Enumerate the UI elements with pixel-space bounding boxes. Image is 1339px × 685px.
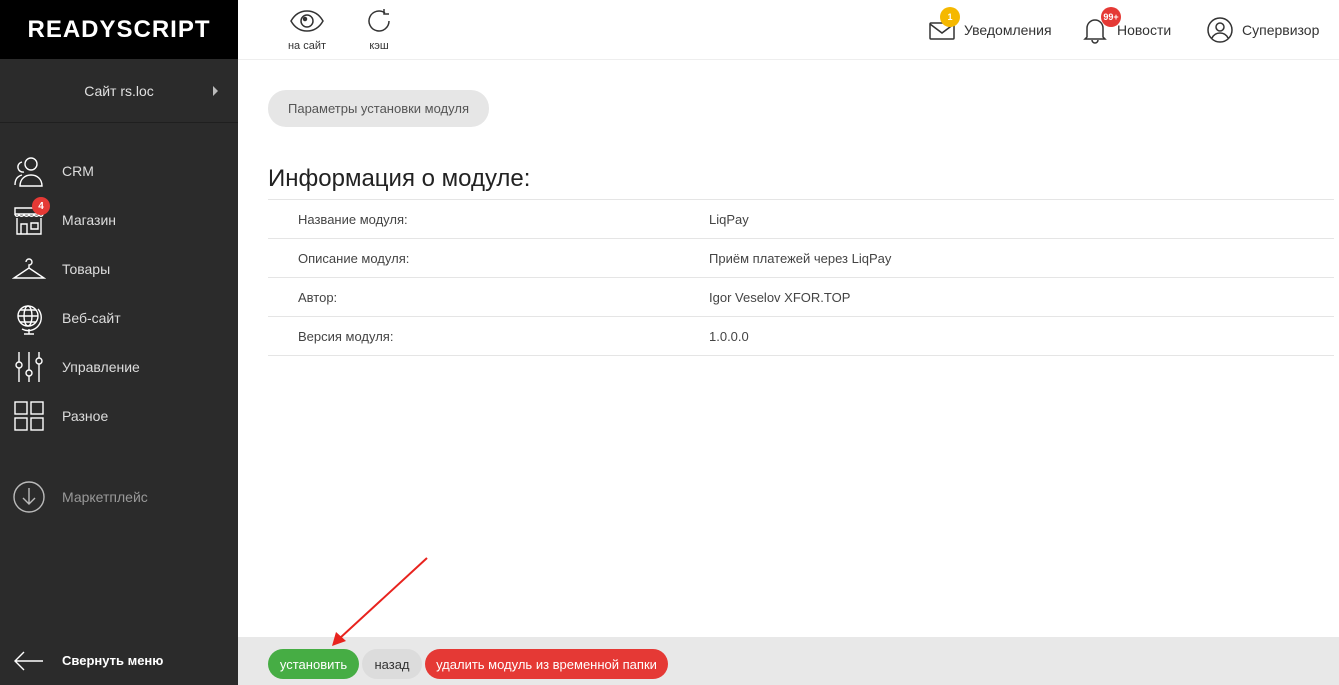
site-selector[interactable]: Сайт rs.loc — [0, 59, 238, 123]
sidebar-item-misc[interactable]: Разное — [0, 391, 238, 440]
info-row: Автор: Igor Veselov XFOR.TOP — [268, 277, 1334, 317]
action-bar: установить назад удалить модуль из време… — [238, 637, 1339, 685]
info-row: Название модуля: LiqPay — [268, 199, 1334, 239]
sidebar-item-crm[interactable]: CRM — [0, 146, 238, 195]
user-menu-button[interactable]: Супервизор — [1206, 15, 1319, 45]
eye-icon — [290, 10, 324, 32]
info-row: Описание модуля: Приём платежей через Liq… — [268, 238, 1334, 278]
sidebar-item-label: CRM — [62, 162, 94, 179]
back-button[interactable]: назад — [362, 649, 422, 679]
sliders-icon — [15, 351, 43, 382]
clear-cache-label: кэш — [369, 40, 389, 52]
sidebar-item-label: Магазин — [62, 211, 117, 228]
top-header: на сайт кэш 1 Уведомления 99+ Новости Су… — [238, 0, 1339, 60]
hanger-icon — [12, 257, 46, 279]
globe-icon — [17, 304, 42, 335]
logo[interactable]: READYSCRIPT — [0, 0, 238, 59]
sidebar-item-label: Веб-сайт — [62, 309, 121, 326]
news-button[interactable]: 99+ Новости — [1081, 7, 1172, 45]
news-label: Новости — [1117, 22, 1172, 38]
sidebar: READYSCRIPT Сайт rs.loc CRM 4 Магазин То… — [0, 0, 238, 685]
tab-install-params[interactable]: Параметры установки модуля — [268, 90, 489, 127]
sidebar-item-management[interactable]: Управление — [0, 342, 238, 391]
view-site-label: на сайт — [287, 40, 327, 52]
grid-icon — [14, 400, 44, 431]
chevron-right-icon — [213, 85, 218, 96]
notifications-badge: 1 — [940, 7, 960, 27]
delete-temp-module-button[interactable]: удалить модуль из временной папки — [425, 649, 668, 679]
collapse-menu-button[interactable]: Свернуть меню — [0, 637, 238, 685]
install-button[interactable]: установить — [268, 649, 359, 679]
clear-cache-button[interactable]: кэш — [349, 6, 409, 52]
main-content: Параметры установки модуля Информация о … — [238, 60, 1339, 637]
store-badge: 4 — [32, 197, 50, 215]
refresh-icon — [368, 9, 390, 32]
info-value: 1.0.0.0 — [709, 328, 749, 344]
sidebar-item-label: Разное — [62, 407, 109, 424]
user-circle-icon — [1206, 16, 1234, 44]
sidebar-item-website[interactable]: Веб-сайт — [0, 293, 238, 342]
sidebar-item-products[interactable]: Товары — [0, 244, 238, 293]
users-icon — [14, 156, 43, 187]
page-title: Информация о модуле: — [268, 165, 531, 192]
user-label: Супервизор — [1242, 22, 1320, 38]
info-row: Версия модуля: 1.0.0.0 — [268, 316, 1334, 356]
info-value: Igor Veselov XFOR.TOP — [709, 289, 851, 305]
info-key: Название модуля: — [298, 211, 408, 227]
news-badge: 99+ — [1101, 7, 1121, 27]
mail-icon: 1 — [928, 7, 960, 44]
bell-icon: 99+ — [1081, 7, 1121, 44]
sidebar-item-label: Маркетплейс — [62, 489, 148, 505]
info-key: Автор: — [298, 289, 338, 305]
sidebar-item-marketplace[interactable]: Маркетплейс — [0, 472, 238, 522]
arrow-left-icon — [14, 651, 43, 671]
notifications-label: Уведомления — [964, 22, 1052, 38]
sidebar-menu: CRM 4 Магазин Товары Веб-сайт Управление… — [0, 146, 238, 440]
view-site-button[interactable]: на сайт — [277, 6, 337, 52]
info-key: Описание модуля: — [298, 250, 410, 266]
module-info-table: Название модуля: LiqPay Описание модуля: Пр… — [268, 199, 1334, 356]
site-selector-label: Сайт rs.loc — [84, 82, 154, 99]
sidebar-item-label: Управление — [62, 358, 140, 375]
info-key: Версия модуля: — [298, 328, 394, 344]
collapse-menu-label: Свернуть меню — [62, 653, 164, 668]
info-value: Приём платежей через LiqPay — [709, 250, 892, 266]
info-value: LiqPay — [709, 211, 749, 227]
download-circle-icon — [13, 481, 45, 513]
sidebar-item-label: Товары — [62, 260, 111, 277]
sidebar-item-store[interactable]: 4 Магазин — [0, 195, 238, 244]
notifications-button[interactable]: 1 Уведомления — [928, 7, 1052, 45]
